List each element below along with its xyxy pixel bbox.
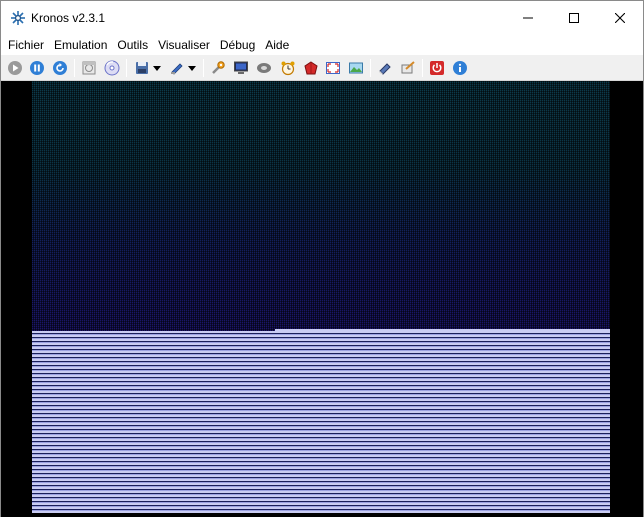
load-state-button[interactable] bbox=[167, 58, 187, 78]
load-state-dropdown[interactable] bbox=[186, 58, 198, 78]
alarm-clock-button[interactable] bbox=[278, 58, 298, 78]
alarm-clock-icon bbox=[281, 61, 295, 76]
menu-bar: Fichier Emulation Outils Visualiser Débu… bbox=[1, 35, 643, 55]
chevron-down-icon bbox=[153, 66, 161, 71]
play-icon bbox=[8, 61, 22, 75]
cd-drive-button[interactable] bbox=[254, 58, 274, 78]
app-window: Kronos v2.3.1 Fichier Emulation Outils V… bbox=[0, 0, 644, 517]
emulation-display[interactable] bbox=[1, 81, 643, 517]
maximize-button[interactable] bbox=[551, 1, 597, 35]
screenshot-button[interactable] bbox=[346, 58, 366, 78]
frame-icon bbox=[401, 61, 415, 74]
eraser-icon bbox=[379, 63, 391, 75]
title-bar[interactable]: Kronos v2.3.1 bbox=[1, 1, 643, 35]
open-cd-button[interactable] bbox=[102, 58, 122, 78]
eraser-button[interactable] bbox=[375, 58, 395, 78]
fullscreen-icon bbox=[326, 62, 340, 74]
cheats-icon bbox=[304, 61, 318, 75]
window-title: Kronos v2.3.1 bbox=[31, 11, 106, 25]
toolbar bbox=[1, 55, 643, 81]
chevron-down-icon bbox=[188, 66, 196, 71]
toolbar-separator bbox=[370, 59, 371, 77]
fullscreen-button[interactable] bbox=[323, 58, 343, 78]
minimize-button[interactable] bbox=[505, 1, 551, 35]
menu-visualiser[interactable]: Visualiser bbox=[153, 35, 215, 55]
menu-aide[interactable]: Aide bbox=[260, 35, 294, 55]
save-state-dropdown[interactable] bbox=[151, 58, 163, 78]
close-button[interactable] bbox=[597, 1, 643, 35]
open-iso-icon bbox=[82, 61, 96, 75]
cheats-button[interactable] bbox=[301, 58, 321, 78]
toolbar-separator bbox=[422, 59, 423, 77]
play-button[interactable] bbox=[5, 58, 25, 78]
menu-emulation[interactable]: Emulation bbox=[49, 35, 112, 55]
pause-button[interactable] bbox=[27, 58, 47, 78]
game-screen-lower bbox=[32, 331, 610, 513]
frame-button[interactable] bbox=[398, 58, 418, 78]
open-cd-icon bbox=[104, 60, 120, 76]
about-icon bbox=[453, 61, 467, 75]
load-state-icon bbox=[171, 63, 183, 75]
menu-outils[interactable]: Outils bbox=[112, 35, 153, 55]
screenshot-icon bbox=[349, 62, 363, 74]
monitor-button[interactable] bbox=[231, 58, 251, 78]
quit-button[interactable] bbox=[427, 58, 447, 78]
save-state-button[interactable] bbox=[132, 58, 152, 78]
monitor-icon bbox=[234, 61, 248, 74]
quit-icon bbox=[430, 61, 444, 75]
toolbar-separator bbox=[203, 59, 204, 77]
game-screen-upper bbox=[32, 81, 610, 331]
settings-icon bbox=[212, 61, 225, 74]
reset-icon bbox=[53, 61, 67, 75]
save-state-icon bbox=[136, 62, 148, 74]
toolbar-separator bbox=[126, 59, 127, 77]
reset-button[interactable] bbox=[50, 58, 70, 78]
menu-debug[interactable]: Débug bbox=[215, 35, 260, 55]
about-button[interactable] bbox=[450, 58, 470, 78]
kronos-logo-icon bbox=[10, 10, 26, 26]
cd-drive-icon bbox=[257, 63, 271, 73]
settings-button[interactable] bbox=[208, 58, 228, 78]
open-iso-button[interactable] bbox=[79, 58, 99, 78]
toolbar-separator bbox=[74, 59, 75, 77]
pause-icon bbox=[30, 61, 44, 75]
menu-fichier[interactable]: Fichier bbox=[3, 35, 49, 55]
